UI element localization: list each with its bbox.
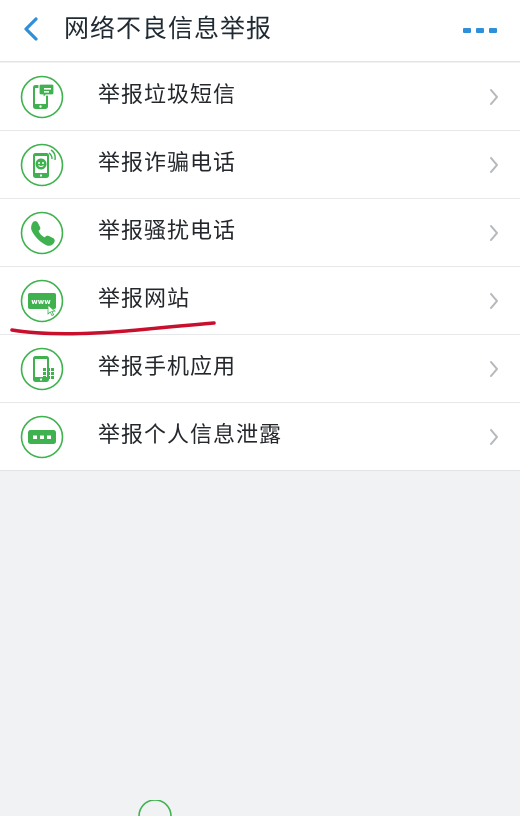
list-item-label: 举报手机应用 [98, 355, 237, 380]
chevron-right-icon [490, 157, 498, 173]
list-item-personal-info-leak[interactable]: 举报个人信息泄露 [0, 403, 520, 471]
list-item-label: 举报诈骗电话 [98, 151, 237, 176]
chevron-right-icon [490, 293, 498, 309]
list-item-label: 举报垃圾短信 [98, 83, 237, 108]
list-item-fraud-call[interactable]: 举报诈骗电话 [0, 131, 520, 199]
list-item-harassment-call[interactable]: 举报骚扰电话 [0, 199, 520, 267]
more-dots-icon[interactable] [462, 22, 498, 38]
chevron-right-icon [490, 361, 498, 377]
list-item-label: 举报骚扰电话 [98, 219, 237, 244]
report-list: 举报垃圾短信 举报诈骗电话 举报骚扰电话 www 举报网站 举报手机应用 举报个… [0, 63, 520, 471]
list-item-spam-sms[interactable]: 举报垃圾短信 [0, 63, 520, 131]
header-bar: 网络不良信息举报 [0, 0, 520, 62]
fraud-face-icon [20, 143, 64, 187]
chevron-right-icon [490, 429, 498, 445]
phone-app-icon [20, 347, 64, 391]
sms-phone-icon [20, 75, 64, 119]
partial-circle-icon [138, 800, 172, 816]
chevron-left-icon[interactable] [18, 13, 46, 45]
list-item-label: 举报个人信息泄露 [98, 423, 283, 448]
message-dots-icon [20, 415, 64, 459]
phone-handset-icon [20, 211, 64, 255]
page-title: 网络不良信息举报 [64, 14, 273, 43]
chevron-right-icon [490, 89, 498, 105]
chevron-right-icon [490, 225, 498, 241]
list-item-mobile-app[interactable]: 举报手机应用 [0, 335, 520, 403]
handdrawn-underline [10, 321, 216, 336]
